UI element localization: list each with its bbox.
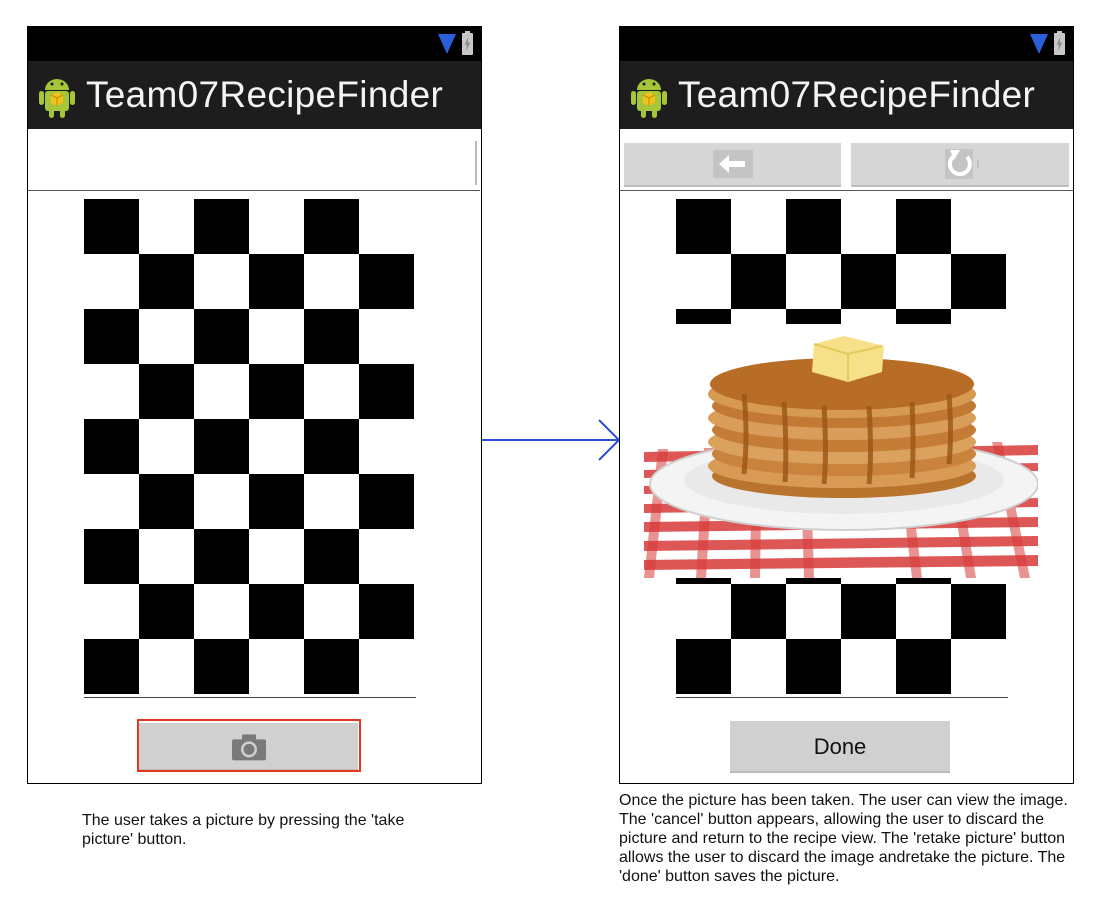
checker-square (84, 199, 139, 254)
checker-square (84, 419, 139, 474)
caption-left: The user takes a picture by pressing the… (82, 812, 405, 848)
checker-square (731, 584, 786, 639)
android-app-icon (39, 79, 75, 118)
action-bar: Team07RecipeFinder (620, 61, 1073, 129)
caption-right: Once the picture has been taken. The use… (619, 792, 1068, 885)
wifi-icon (438, 34, 456, 54)
phone-screen-right: Team07RecipeFinder Done (619, 26, 1074, 784)
checker-square (304, 529, 359, 584)
android-app-icon (631, 79, 667, 118)
checker-square (786, 639, 841, 694)
status-bar (620, 27, 1073, 61)
take-picture-button[interactable] (139, 723, 358, 771)
checker-square (359, 364, 414, 419)
checker-square (194, 529, 249, 584)
app-title: Team07RecipeFinder (86, 74, 444, 115)
action-bar: Team07RecipeFinder (28, 61, 481, 129)
image-toolbar (620, 129, 1073, 191)
checker-square (304, 419, 359, 474)
checker-square (841, 254, 896, 309)
status-bar (28, 27, 481, 61)
checker-square (139, 364, 194, 419)
battery-icon (462, 31, 473, 55)
checker-square (304, 199, 359, 254)
checker-square (896, 199, 951, 254)
captured-photo (644, 324, 1038, 578)
flow-arrow-icon (482, 419, 621, 461)
checker-square (249, 254, 304, 309)
checker-square (194, 199, 249, 254)
checker-square (786, 199, 841, 254)
checker-square (249, 364, 304, 419)
empty-toolbar (28, 129, 480, 191)
checker-square (951, 254, 1006, 309)
checker-square (139, 584, 194, 639)
checker-square (249, 474, 304, 529)
checker-square (139, 254, 194, 309)
arrow-left-icon (718, 155, 745, 173)
checker-square (249, 584, 304, 639)
checker-square (896, 639, 951, 694)
checker-square (676, 199, 731, 254)
checker-square (194, 309, 249, 364)
checker-square (359, 474, 414, 529)
done-button[interactable]: Done (730, 721, 950, 773)
camera-icon (231, 734, 266, 761)
checker-square (194, 639, 249, 694)
checker-square (359, 254, 414, 309)
checker-square (676, 639, 731, 694)
checker-square (194, 419, 249, 474)
checker-square (304, 309, 359, 364)
app-title: Team07RecipeFinder (678, 74, 1036, 115)
checker-square (841, 584, 896, 639)
placeholder-image-checkerboard (84, 199, 416, 698)
checker-square (84, 639, 139, 694)
pancake-photo (644, 324, 1038, 578)
retake-picture-button[interactable] (851, 143, 1069, 187)
checker-square (951, 584, 1006, 639)
checker-square (84, 309, 139, 364)
checker-square (139, 474, 194, 529)
checker-square (84, 529, 139, 584)
checker-square (731, 254, 786, 309)
retake-icon (945, 149, 979, 179)
checker-square (304, 639, 359, 694)
cancel-button[interactable] (624, 143, 841, 187)
checker-square (359, 584, 414, 639)
phone-screen-left: Team07RecipeFinder (27, 26, 482, 784)
battery-icon (1054, 31, 1065, 55)
wifi-icon (1030, 34, 1048, 54)
